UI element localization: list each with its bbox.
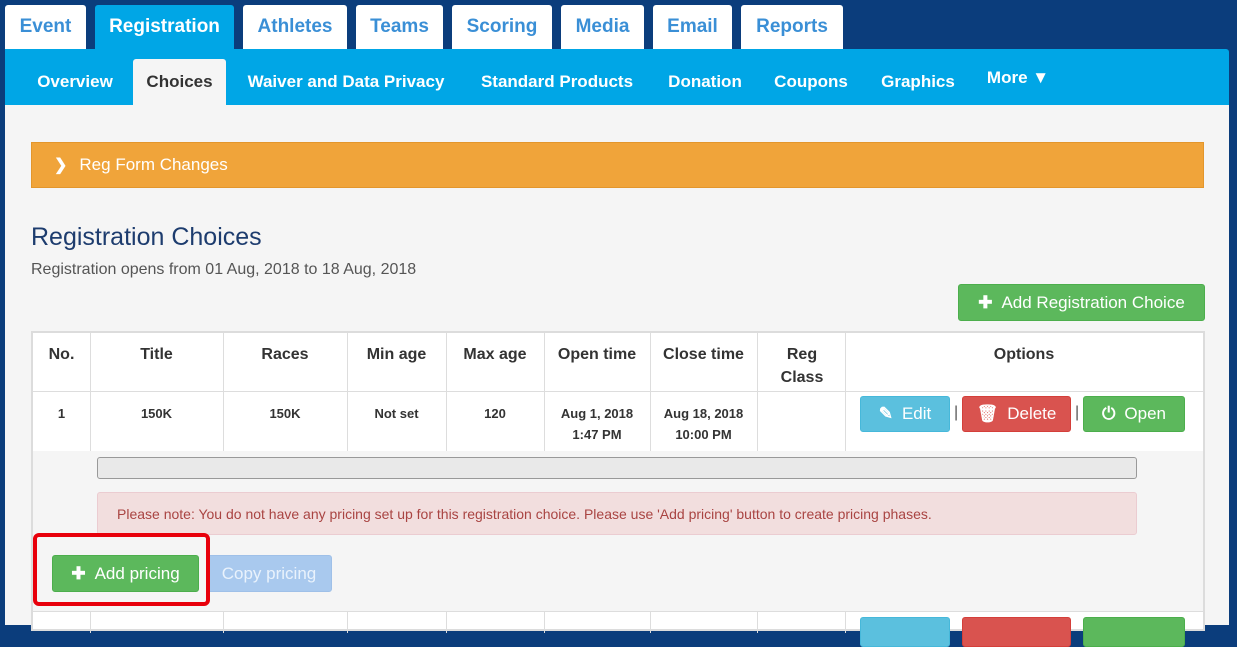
tab-event[interactable]: Event (5, 5, 86, 49)
subtab-overview[interactable]: Overview (20, 59, 130, 105)
trash-icon: 🗑 (976, 404, 999, 423)
reg-form-changes-panel[interactable]: ❯ Reg Form Changes (31, 142, 1204, 188)
subtab-coupons[interactable]: Coupons (763, 59, 859, 105)
cell-close-time: 10:00 PM (675, 427, 732, 442)
cell-close-date: Aug 18, 2018 (663, 406, 744, 421)
header-races: Races (261, 346, 309, 363)
reg-form-changes-label: Reg Form Changes (79, 155, 228, 174)
open-button[interactable] (1083, 617, 1185, 647)
cell-open-time: 1:47 PM (572, 427, 622, 442)
delete-button[interactable] (962, 617, 1071, 647)
subtab-waiver[interactable]: Waiver and Data Privacy (231, 59, 461, 105)
add-registration-choice-button[interactable]: ✚ Add Registration Choice (958, 284, 1205, 321)
add-registration-choice-label: Add Registration Choice (1001, 292, 1185, 312)
highlight-box (33, 533, 210, 606)
cell-open-date: Aug 1, 2018 (560, 406, 634, 421)
copy-pricing-button[interactable]: Copy pricing (206, 555, 332, 592)
subtab-donation[interactable]: Donation (653, 59, 757, 105)
subtab-standard-products[interactable]: Standard Products (467, 59, 647, 105)
tab-teams[interactable]: Teams (356, 5, 443, 49)
chevron-right-icon: ❯ (54, 157, 68, 174)
edit-label: Edit (901, 404, 932, 423)
sub-nav: Overview Choices Waiver and Data Privacy… (5, 49, 1229, 105)
power-icon: ⏻ (1101, 404, 1116, 423)
header-open-time: Open time (557, 346, 637, 363)
options-separator: | (954, 404, 959, 421)
subtab-more-dropdown[interactable]: More ▼ (977, 55, 1059, 101)
edit-button[interactable] (860, 617, 950, 647)
cell-max-age: 120 (484, 406, 506, 421)
subtab-choices[interactable]: Choices (133, 59, 226, 105)
tab-media[interactable]: Media (561, 5, 644, 49)
tab-reports[interactable]: Reports (741, 5, 843, 49)
subtab-graphics[interactable]: Graphics (866, 59, 970, 105)
tab-email[interactable]: Email (653, 5, 732, 49)
registration-period: Registration opens from 01 Aug, 2018 to … (31, 261, 417, 278)
tab-registration[interactable]: Registration (95, 5, 234, 49)
cell-min-age: Not set (374, 406, 419, 421)
top-nav: Event Registration Athletes Teams Scorin… (0, 0, 1237, 49)
edit-button[interactable]: ✎ Edit (860, 396, 950, 432)
open-button[interactable]: ⏻ Open (1083, 396, 1185, 432)
header-close-time: Close time (663, 346, 744, 363)
header-reg-class: Reg Class (780, 346, 824, 386)
delete-button[interactable]: 🗑 Delete (962, 396, 1071, 432)
tab-scoring[interactable]: Scoring (452, 5, 552, 49)
cell-title: 150K (140, 406, 173, 421)
page-title: Registration Choices (31, 223, 262, 251)
header-max-age: Max age (463, 346, 527, 363)
cell-no: 1 (57, 406, 66, 421)
no-pricing-notice: Please note: You do not have any pricing… (97, 492, 1137, 535)
header-min-age: Min age (366, 346, 427, 363)
delete-label: Delete (1007, 404, 1057, 423)
open-label: Open (1124, 404, 1167, 423)
header-title: Title (140, 346, 173, 363)
pricing-phase-bar (97, 457, 1137, 479)
tab-athletes[interactable]: Athletes (243, 5, 347, 49)
plus-icon: ✚ (978, 292, 993, 312)
copy-pricing-label: Copy pricing (221, 563, 317, 583)
pencil-icon: ✎ (878, 404, 893, 423)
header-no: No. (48, 346, 75, 363)
options-separator: | (1075, 404, 1080, 421)
cell-races: 150K (269, 406, 301, 421)
header-options: Options (993, 346, 1055, 363)
